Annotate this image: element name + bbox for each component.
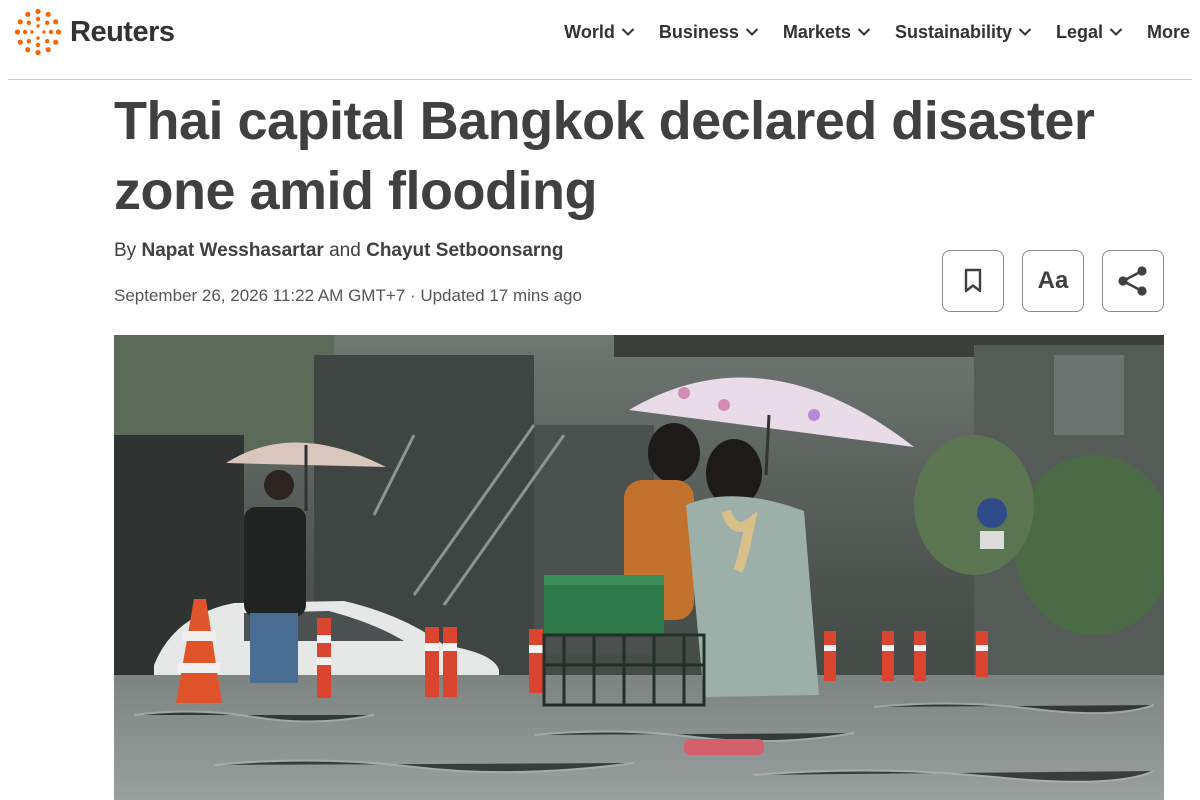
author-link-1[interactable]: Napat Wesshasartar [141,240,323,261]
nav-item-business[interactable]: Business [659,18,759,46]
share-icon [1118,266,1147,296]
author-link-2[interactable]: Chayut Setboonsarng [366,240,563,261]
reuters-logo-icon [14,8,62,56]
site-header: Reuters World Business Markets Sustainab… [0,0,1200,80]
nav-item-label: More [1146,21,1190,42]
chevron-down-icon [1018,28,1032,36]
chevron-down-icon [857,28,871,36]
lead-photo[interactable] [114,335,1164,800]
header-divider [8,79,1192,80]
article-actions: Aa [942,250,1164,312]
text-size-button[interactable]: Aa [1022,250,1084,312]
nav-item-label: Markets [782,21,851,42]
chevron-down-icon [1109,28,1123,36]
nav-item-label: World [564,21,615,42]
flood-scene-image [114,335,1164,800]
reuters-wordmark: Reuters [70,15,175,48]
article-dateline: September 26, 2026 11:22 AM GMT+7 · Upda… [114,286,582,305]
nav-item-more[interactable]: More [1147,18,1190,46]
headline-line-1: Thai capital Bangkok declared disaster [114,91,1095,151]
share-button[interactable] [1102,250,1164,312]
nav-item-label: Legal [1055,21,1103,42]
bookmark-icon [964,268,982,293]
byline-prefix: By [114,240,137,261]
nav-item-sustainability[interactable]: Sustainability [895,18,1032,46]
nav-item-label: Sustainability [894,21,1012,42]
article-headline: Thai capital Bangkok declared disaster z… [114,86,1174,226]
bookmark-button[interactable] [942,250,1004,312]
nav-item-label: Business [658,21,739,42]
chevron-down-icon [621,28,635,36]
byline-conjunction: and [329,240,361,261]
nav-item-world[interactable]: World [564,18,635,46]
reuters-logo[interactable]: Reuters [14,8,175,56]
headline-line-2: zone amid flooding [114,161,597,221]
main-nav: World Business Markets Sustainability Le… [564,18,1190,46]
nav-item-legal[interactable]: Legal [1056,18,1123,46]
nav-item-markets[interactable]: Markets [783,18,871,46]
byline: By Napat Wesshasartar and Chayut Setboon… [114,240,564,262]
text-size-label: Aa [1037,267,1069,294]
chevron-down-icon [745,28,759,36]
